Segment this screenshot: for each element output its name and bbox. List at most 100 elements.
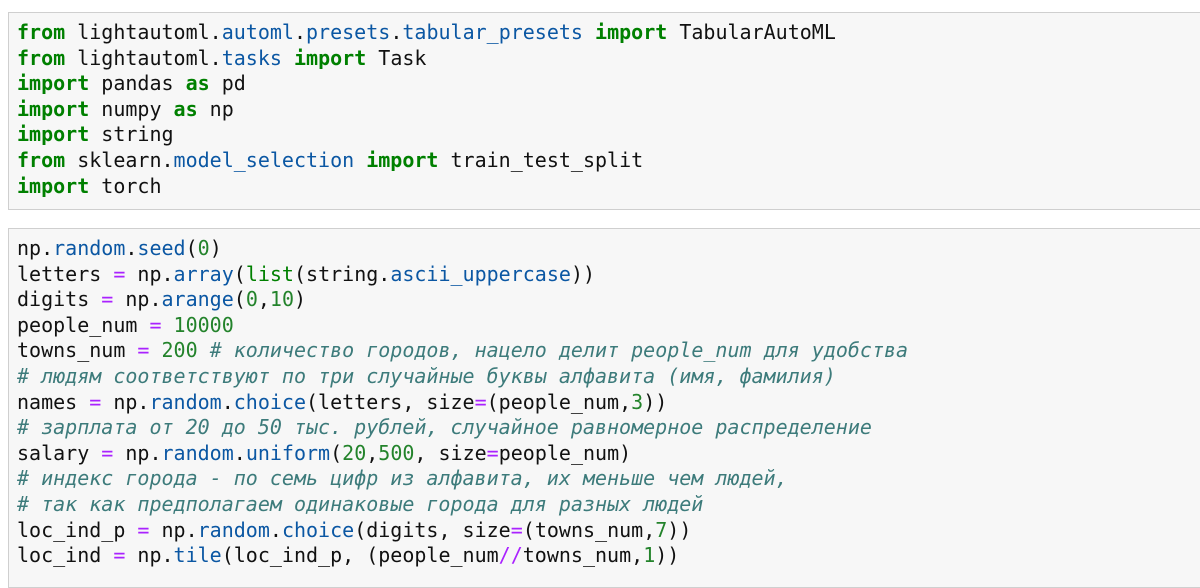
code-line: loc_ind = np.tile(loc_ind_p, (people_num… — [17, 543, 1200, 569]
code-cell-data-generation[interactable]: np.random.seed(0) letters = np.array(list… — [8, 228, 1200, 588]
code-token-op: // — [498, 543, 523, 568]
code-token-op: = — [113, 261, 126, 286]
code-token-plain: lightautoml. — [65, 45, 222, 70]
code-line: salary = np.random.uniform(20,500, size=… — [17, 441, 1200, 467]
code-line: # индекс города - по семь цифр из алфави… — [17, 466, 1200, 492]
code-token-kw: as — [173, 96, 198, 121]
code-line: digits = np.arange(0,10) — [17, 287, 1200, 313]
code-token-num: 7 — [655, 517, 668, 542]
code-token-plain: np. — [101, 389, 150, 414]
code-token-attr: automl — [221, 20, 294, 44]
code-token-plain: digits — [17, 287, 102, 312]
code-editor[interactable]: from lightautoml.automl.presets.tabular_… — [9, 13, 1200, 199]
code-token-kw: from — [17, 147, 66, 172]
code-token-plain: , — [366, 440, 379, 465]
code-token-plain: np — [197, 96, 234, 121]
code-token-builtin: list — [245, 261, 294, 286]
code-token-plain: string — [89, 122, 174, 147]
code-token-plain: letters — [17, 261, 114, 286]
code-token-attr: random — [53, 236, 126, 260]
code-token-plain: lightautoml. — [65, 20, 222, 44]
code-token-plain: towns_num, — [522, 543, 644, 568]
code-editor[interactable]: np.random.seed(0) letters = np.array(list… — [9, 229, 1200, 569]
code-token-attr: seed — [137, 236, 186, 260]
code-token-num: 20 — [342, 440, 367, 465]
code-token-plain: np. — [113, 440, 162, 465]
code-token-attr: presets — [306, 20, 391, 44]
code-line: import pandas as pd — [17, 71, 1200, 97]
code-token-plain: ( — [233, 261, 246, 286]
code-token-plain: )) — [667, 517, 692, 542]
code-line: from lightautoml.automl.presets.tabular_… — [17, 20, 1200, 46]
code-token-plain: , size — [414, 440, 487, 465]
code-token-attr: random — [161, 440, 234, 465]
code-token-plain: (loc_ind_p, (people_num — [221, 543, 499, 568]
code-line: np.random.seed(0) — [17, 236, 1200, 262]
code-token-attr: uniform — [245, 440, 331, 465]
code-token-plain: names — [17, 389, 90, 414]
code-token-plain: np. — [125, 543, 174, 568]
code-token-plain: Task — [366, 45, 427, 70]
code-token-plain: . — [233, 440, 246, 465]
code-token-attr: tasks — [221, 45, 282, 70]
code-token-plain: np. — [17, 236, 54, 260]
code-token-op: = — [474, 389, 487, 414]
code-token-plain: ) — [294, 287, 307, 312]
code-token-plain: TabularAutoML — [667, 20, 836, 44]
code-token-com: # так как предполагаем одинаковые города… — [17, 491, 704, 516]
code-token-plain: . — [221, 389, 234, 414]
code-token-attr: choice — [281, 517, 355, 542]
code-token-plain: pandas — [89, 71, 186, 96]
code-token-kw: from — [17, 45, 66, 70]
code-token-num: 10 — [269, 287, 294, 312]
code-token-plain: torch — [89, 173, 162, 198]
code-token-attr: random — [197, 517, 270, 542]
code-token-plain: (towns_num, — [522, 517, 656, 542]
code-line: letters = np.array(list(string.ascii_upp… — [17, 262, 1200, 288]
code-token-kw: import — [17, 173, 90, 198]
code-token-kw: import — [366, 147, 439, 172]
code-line: import string — [17, 122, 1200, 148]
code-line: from lightautoml.tasks import Task — [17, 46, 1200, 72]
code-token-kw: import — [595, 20, 668, 44]
code-token-plain: (people_num, — [486, 389, 632, 414]
code-token-kw: import — [17, 71, 90, 96]
code-token-com: # зарплата от 20 до 50 тыс. рублей, случ… — [17, 415, 872, 440]
code-line: loc_ind_p = np.random.choice(digits, siz… — [17, 518, 1200, 544]
code-token-plain: np. — [149, 517, 198, 542]
code-line: # людям соответствуют по три случайные б… — [17, 364, 1200, 390]
code-token-op: = — [137, 517, 150, 542]
code-token-attr: tile — [173, 543, 222, 568]
code-token-num: 3 — [631, 389, 644, 414]
code-line: names = np.random.choice(letters, size=(… — [17, 390, 1200, 416]
code-line: from sklearn.model_selection import trai… — [17, 148, 1200, 174]
code-token-attr: random — [149, 389, 222, 414]
code-token-plain: ( — [330, 440, 343, 465]
code-token-kw: import — [17, 122, 90, 147]
code-token-kw: from — [17, 20, 66, 44]
code-cell-imports[interactable]: from lightautoml.automl.presets.tabular_… — [8, 12, 1200, 210]
code-token-plain: . — [293, 20, 307, 44]
code-token-plain: . — [125, 236, 138, 260]
code-line: towns_num = 200 # количество городов, на… — [17, 338, 1200, 364]
code-token-plain: loc_ind — [17, 543, 114, 568]
code-token-plain: )) — [643, 389, 668, 414]
code-token-num: 200 — [161, 338, 198, 363]
code-line: people_num = 10000 — [17, 313, 1200, 339]
code-token-num: 10000 — [173, 312, 234, 337]
code-token-plain: )) — [655, 543, 680, 568]
code-token-plain: train_test_split — [438, 147, 644, 172]
code-token-plain: ) — [209, 236, 222, 260]
code-token-op: = — [89, 389, 102, 414]
code-token-num: 0 — [245, 287, 258, 312]
code-token-plain: ( — [185, 236, 198, 260]
code-token-plain: np. — [125, 261, 174, 286]
code-token-op: = — [113, 543, 126, 568]
code-token-plain: sklearn. — [65, 147, 174, 172]
code-token-com: # людям соответствуют по три случайные б… — [17, 363, 836, 388]
code-token-kw: import — [293, 45, 367, 70]
code-token-plain: . — [269, 517, 282, 542]
code-token-op: = — [101, 440, 114, 465]
